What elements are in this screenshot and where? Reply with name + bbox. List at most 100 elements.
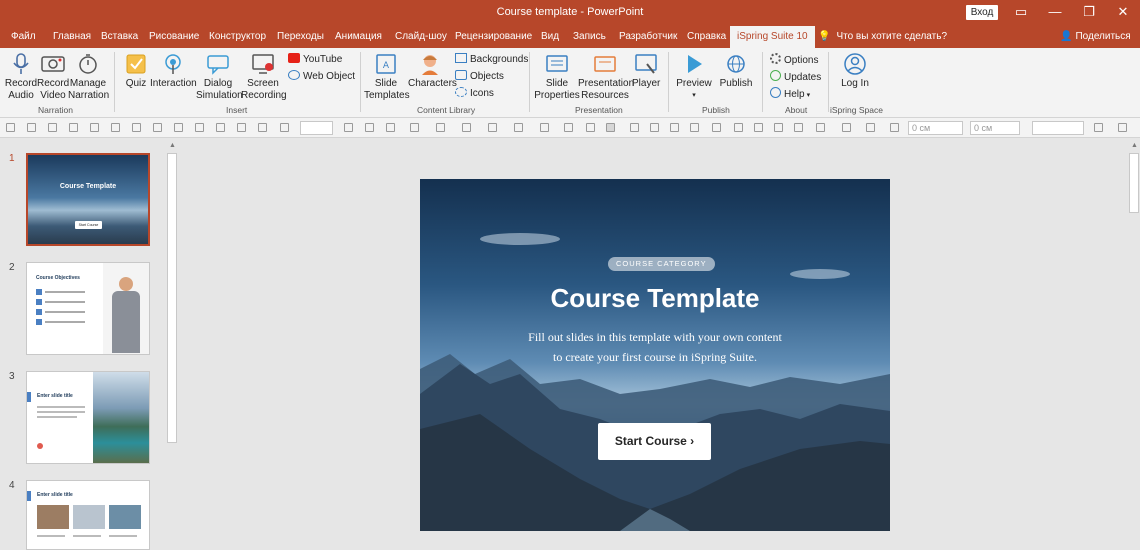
tab-developer[interactable]: Разработчик bbox=[619, 31, 677, 42]
record-video-button[interactable]: Record Video bbox=[37, 52, 69, 102]
backgrounds-button[interactable]: Backgrounds bbox=[455, 53, 528, 65]
toolbar-tool-icon[interactable] bbox=[153, 123, 162, 132]
scrollbar-thumb[interactable] bbox=[167, 153, 177, 443]
position-x-field[interactable]: 0 см bbox=[908, 121, 963, 135]
toolbar-tool-icon[interactable] bbox=[1094, 123, 1103, 132]
quiz-button[interactable]: Quiz bbox=[121, 52, 151, 90]
toolbar-tool-icon[interactable] bbox=[462, 123, 471, 132]
toolbar-tool-icon[interactable] bbox=[670, 123, 679, 132]
maximize-icon[interactable]: ❐ bbox=[1072, 0, 1106, 26]
toolbar-tool-icon[interactable] bbox=[540, 123, 549, 132]
toolbar-tool-icon[interactable] bbox=[514, 123, 523, 132]
preview-dropdown-icon[interactable]: ▾ bbox=[674, 90, 714, 102]
toolbar-tool-icon-active[interactable] bbox=[606, 123, 615, 132]
characters-button[interactable]: Characters bbox=[408, 52, 457, 90]
tab-ispring-suite[interactable]: iSpring Suite 10 bbox=[730, 26, 815, 48]
slide-thumbnail-1[interactable]: Course Template Start Course bbox=[26, 153, 150, 246]
toolbar-tool-icon[interactable] bbox=[386, 123, 395, 132]
slide-properties-button[interactable]: Slide Properties bbox=[534, 52, 580, 102]
scroll-up-icon[interactable]: ▲ bbox=[1131, 142, 1138, 149]
toolbar-tool-icon[interactable] bbox=[774, 123, 783, 132]
manage-narration-button[interactable]: Manage Narration bbox=[68, 52, 109, 102]
toolbar-tool-icon[interactable] bbox=[754, 123, 763, 132]
toolbar-tool-icon[interactable] bbox=[6, 123, 15, 132]
tab-home[interactable]: Главная bbox=[53, 31, 91, 42]
tab-draw[interactable]: Рисование bbox=[149, 31, 199, 42]
log-in-button[interactable]: Log In bbox=[838, 52, 872, 90]
toolbar-tool-icon[interactable] bbox=[712, 123, 721, 132]
toolbar-tool-icon[interactable] bbox=[1118, 123, 1127, 132]
toolbar-tool-icon[interactable] bbox=[650, 123, 659, 132]
login-button[interactable]: Вход bbox=[966, 5, 998, 20]
toolbar-tool-icon[interactable] bbox=[280, 123, 289, 132]
slide-templates-button[interactable]: A Slide Templates bbox=[364, 52, 410, 102]
font-size-field[interactable] bbox=[300, 121, 333, 135]
toolbar-tool-icon[interactable] bbox=[216, 123, 225, 132]
toolbar-tool-icon[interactable] bbox=[27, 123, 36, 132]
start-course-button[interactable]: Start Course › bbox=[598, 423, 711, 460]
toolbar-tool-icon[interactable] bbox=[794, 123, 803, 132]
toolbar-tool-icon[interactable] bbox=[344, 123, 353, 132]
share-button[interactable]: 👤 Поделиться bbox=[1060, 31, 1131, 42]
toolbar-tool-icon[interactable] bbox=[237, 123, 246, 132]
tab-design[interactable]: Конструктор bbox=[209, 31, 266, 42]
objects-button[interactable]: Objects bbox=[455, 70, 504, 82]
tab-view[interactable]: Вид bbox=[541, 31, 559, 42]
dialog-simulation-button[interactable]: Dialog Simulation bbox=[196, 52, 243, 102]
web-object-button[interactable]: Web Object bbox=[288, 70, 355, 82]
interaction-button[interactable]: Interaction bbox=[150, 52, 197, 90]
toolbar-tool-icon[interactable] bbox=[365, 123, 374, 132]
options-button[interactable]: Options bbox=[770, 53, 818, 66]
toolbar-tool-icon[interactable] bbox=[410, 123, 419, 132]
help-dropdown-icon[interactable]: ▾ bbox=[807, 92, 811, 99]
publish-button[interactable]: Publish bbox=[716, 52, 756, 90]
tab-review[interactable]: Рецензирование bbox=[455, 31, 532, 42]
toolbar-tool-icon[interactable] bbox=[564, 123, 573, 132]
toolbar-tool-icon[interactable] bbox=[734, 123, 743, 132]
slide-thumbnail-3[interactable]: Enter slide title bbox=[26, 371, 150, 464]
ribbon-display-options-icon[interactable]: ▭ bbox=[1004, 0, 1038, 26]
toolbar-tool-icon[interactable] bbox=[488, 123, 497, 132]
toolbar-tool-icon[interactable] bbox=[174, 123, 183, 132]
tab-help[interactable]: Справка bbox=[687, 31, 726, 42]
tab-slideshow[interactable]: Слайд-шоу bbox=[395, 31, 447, 42]
updates-button[interactable]: Updates bbox=[770, 70, 821, 83]
toolbar-tool-icon[interactable] bbox=[630, 123, 639, 132]
preview-button[interactable]: Preview ▾ bbox=[674, 52, 714, 102]
scroll-up-icon[interactable]: ▲ bbox=[169, 142, 176, 149]
tab-transitions[interactable]: Переходы bbox=[277, 31, 324, 42]
thumbnails-scrollbar[interactable]: ▲ bbox=[166, 139, 178, 550]
screen-recording-button[interactable]: Screen Recording bbox=[241, 52, 287, 102]
tab-file[interactable]: Файл bbox=[11, 31, 36, 42]
slide-thumbnail-4[interactable]: Enter slide title bbox=[26, 480, 150, 550]
toolbar-tool-icon[interactable] bbox=[111, 123, 120, 132]
slide-thumbnail-2[interactable]: Course Objectives bbox=[26, 262, 150, 355]
close-icon[interactable]: ✕ bbox=[1106, 0, 1140, 26]
size-field[interactable] bbox=[1032, 121, 1084, 135]
minimize-icon[interactable]: — bbox=[1038, 0, 1072, 26]
toolbar-tool-icon[interactable] bbox=[890, 123, 899, 132]
position-y-field[interactable]: 0 см bbox=[970, 121, 1020, 135]
player-button[interactable]: Player bbox=[632, 52, 660, 90]
toolbar-tool-icon[interactable] bbox=[586, 123, 595, 132]
toolbar-tool-icon[interactable] bbox=[195, 123, 204, 132]
tab-animations[interactable]: Анимация bbox=[335, 31, 382, 42]
toolbar-tool-icon[interactable] bbox=[132, 123, 141, 132]
icons-button[interactable]: Icons bbox=[455, 87, 494, 99]
toolbar-tool-icon[interactable] bbox=[69, 123, 78, 132]
help-button[interactable]: Help ▾ bbox=[770, 87, 810, 100]
toolbar-tool-icon[interactable] bbox=[48, 123, 57, 132]
tell-me-search[interactable]: 💡 Что вы хотите сделать? bbox=[818, 31, 947, 42]
editor-scrollbar[interactable]: ▲ bbox=[1128, 139, 1140, 550]
presentation-resources-button[interactable]: Presentation Resources bbox=[578, 52, 634, 102]
record-audio-button[interactable]: Record Audio bbox=[4, 52, 38, 102]
toolbar-tool-icon[interactable] bbox=[258, 123, 267, 132]
current-slide[interactable]: COURSE CATEGORY Course Template Fill out… bbox=[420, 179, 890, 531]
tab-insert[interactable]: Вставка bbox=[101, 31, 138, 42]
toolbar-tool-icon[interactable] bbox=[866, 123, 875, 132]
tab-record[interactable]: Запись bbox=[573, 31, 606, 42]
scrollbar-thumb[interactable] bbox=[1129, 153, 1139, 213]
youtube-button[interactable]: YouTube bbox=[288, 53, 342, 65]
toolbar-tool-icon[interactable] bbox=[690, 123, 699, 132]
toolbar-tool-icon[interactable] bbox=[90, 123, 99, 132]
